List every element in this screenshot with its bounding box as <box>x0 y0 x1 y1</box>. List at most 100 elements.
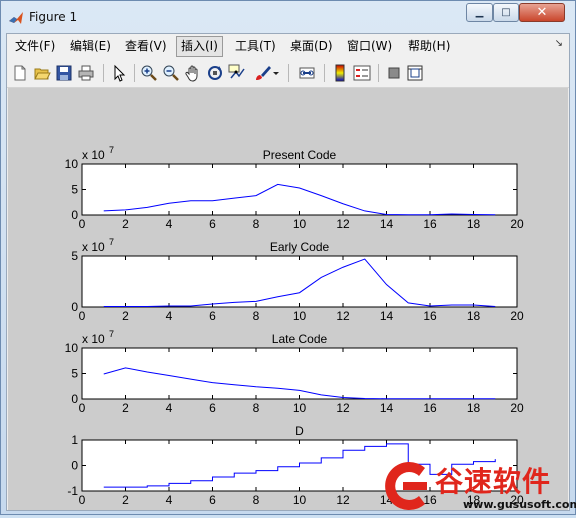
subplot-1: 0 2 4 6 8 10 12 14 16 18 20 0 5 10 Present Code x 10 7 <box>65 145 524 231</box>
close-icon: ✕ <box>536 5 548 20</box>
window-title: Figure 1 <box>29 10 78 24</box>
data-cursor-icon[interactable] <box>228 64 246 82</box>
print-icon[interactable] <box>77 64 95 82</box>
subplot-3: 0 2 4 6 8 10 12 14 16 18 20 0 5 10 Late Code x 10 7 <box>65 329 524 415</box>
y-tick-label: 1 <box>71 433 78 447</box>
menu-tools[interactable]: 工具(T) <box>231 36 280 57</box>
x-tick-label: 2 <box>122 309 129 323</box>
x-tick-label: 10 <box>293 401 307 415</box>
x-tick-label: 8 <box>253 401 260 415</box>
x-tick-label: 0 <box>79 309 86 323</box>
menu-view[interactable]: 查看(V) <box>121 36 171 57</box>
toolbar-separator <box>378 64 379 82</box>
x-tick-label: 6 <box>209 309 216 323</box>
save-icon[interactable] <box>55 64 73 82</box>
x-tick-label: 16 <box>423 217 437 231</box>
menu-bar: 文件(F) 编辑(E) 查看(V) 插入(I) 工具(T) 桌面(D) 窗口(W… <box>7 34 569 59</box>
y-tick-label: 0 <box>71 459 78 473</box>
figure-toolbar <box>7 59 569 88</box>
figure-window: Figure 1 ▁ □ ✕ 文件(F) 编辑(E) 查看(V) 插入(I) 工… <box>0 0 576 515</box>
y-exponent-power: 7 <box>109 145 114 155</box>
x-tick-label: 0 <box>79 217 86 231</box>
x-tick-label: 2 <box>122 401 129 415</box>
y-tick-label: 5 <box>71 249 78 263</box>
y-exponent-power: 7 <box>109 237 114 247</box>
show-plot-tools-icon[interactable] <box>406 64 424 82</box>
matlab-logo-icon <box>8 10 24 26</box>
x-tick-label: 10 <box>293 493 307 507</box>
menu-insert[interactable]: 插入(I) <box>176 36 223 57</box>
subplot-title: Present Code <box>263 148 337 162</box>
y-tick-label: 0 <box>71 208 78 222</box>
toolbar-separator <box>288 64 289 82</box>
menu-file[interactable]: 文件(F) <box>11 36 59 57</box>
brush-icon[interactable] <box>253 64 271 82</box>
title-bar[interactable]: Figure 1 ▁ □ ✕ <box>1 1 575 33</box>
minimize-icon: ▁ <box>475 7 484 18</box>
x-tick-label: 4 <box>166 401 173 415</box>
y-tick-label: 10 <box>65 341 79 355</box>
x-tick-label: 12 <box>336 309 350 323</box>
x-tick-label: 16 <box>423 309 437 323</box>
x-tick-label: 6 <box>209 493 216 507</box>
x-tick-label: 0 <box>79 401 86 415</box>
x-tick-label: 20 <box>510 309 524 323</box>
legend-icon[interactable] <box>353 64 371 82</box>
toolbar-separator <box>324 64 325 82</box>
zoom-in-icon[interactable] <box>140 64 158 82</box>
figure-client-area: 文件(F) 编辑(E) 查看(V) 插入(I) 工具(T) 桌面(D) 窗口(W… <box>6 33 570 511</box>
x-tick-label: 2 <box>122 493 129 507</box>
x-tick-label: 4 <box>166 309 173 323</box>
x-tick-label: 18 <box>467 401 481 415</box>
watermark: 谷速软件 www.gususoft.com <box>377 456 576 516</box>
pan-hand-icon[interactable] <box>184 64 202 82</box>
menubar-overflow-icon[interactable]: ↘ <box>555 38 563 49</box>
menu-edit[interactable]: 编辑(E) <box>66 36 115 57</box>
y-tick-label: 5 <box>71 183 78 197</box>
hide-plot-tools-icon[interactable] <box>385 64 403 82</box>
toolbar-separator <box>134 64 135 82</box>
x-tick-label: 6 <box>209 217 216 231</box>
subplot-2: 0 2 4 6 8 10 12 14 16 18 20 0 5 Early Code x 10 7 <box>71 237 524 323</box>
x-tick-label: 16 <box>423 401 437 415</box>
menu-help[interactable]: 帮助(H) <box>404 36 454 57</box>
x-tick-label: 4 <box>166 217 173 231</box>
x-tick-label: 6 <box>209 401 216 415</box>
x-tick-label: 20 <box>510 217 524 231</box>
y-tick-label: 5 <box>71 367 78 381</box>
watermark-name: 谷速软件 <box>435 465 552 498</box>
colorbar-icon[interactable] <box>331 64 349 82</box>
gususoft-logo-icon <box>377 458 433 514</box>
x-tick-label: 20 <box>510 401 524 415</box>
subplot-title: Early Code <box>270 240 330 254</box>
minimize-button[interactable]: ▁ <box>466 3 493 22</box>
menu-desktop[interactable]: 桌面(D) <box>286 36 337 57</box>
close-button[interactable]: ✕ <box>519 3 565 22</box>
x-tick-label: 12 <box>336 217 350 231</box>
y-tick-label: 10 <box>65 157 79 171</box>
x-tick-label: 14 <box>380 217 394 231</box>
pointer-icon[interactable] <box>110 64 128 82</box>
zoom-out-icon[interactable] <box>162 64 180 82</box>
new-figure-icon[interactable] <box>11 64 29 82</box>
maximize-button[interactable]: □ <box>493 3 519 22</box>
x-tick-label: 2 <box>122 217 129 231</box>
y-tick-label: 0 <box>71 300 78 314</box>
x-tick-label: 8 <box>253 493 260 507</box>
link-plot-icon[interactable] <box>298 64 316 82</box>
x-tick-label: 14 <box>380 401 394 415</box>
toolbar-separator <box>103 64 104 82</box>
x-tick-label: 8 <box>253 217 260 231</box>
y-tick-label: 0 <box>71 392 78 406</box>
x-tick-label: 12 <box>336 401 350 415</box>
maximize-icon: □ <box>501 7 511 18</box>
brush-dropdown-icon[interactable] <box>272 64 280 82</box>
x-tick-label: 12 <box>336 493 350 507</box>
figure-canvas: 0 2 4 6 8 10 12 14 16 18 20 0 5 10 Present Code x 10 7 0 2… <box>8 88 568 510</box>
x-tick-label: 0 <box>79 493 86 507</box>
x-tick-label: 8 <box>253 309 260 323</box>
open-file-icon[interactable] <box>33 64 51 82</box>
rotate-3d-icon[interactable] <box>206 64 224 82</box>
menu-window[interactable]: 窗口(W) <box>343 36 396 57</box>
axes-box <box>81 347 518 400</box>
